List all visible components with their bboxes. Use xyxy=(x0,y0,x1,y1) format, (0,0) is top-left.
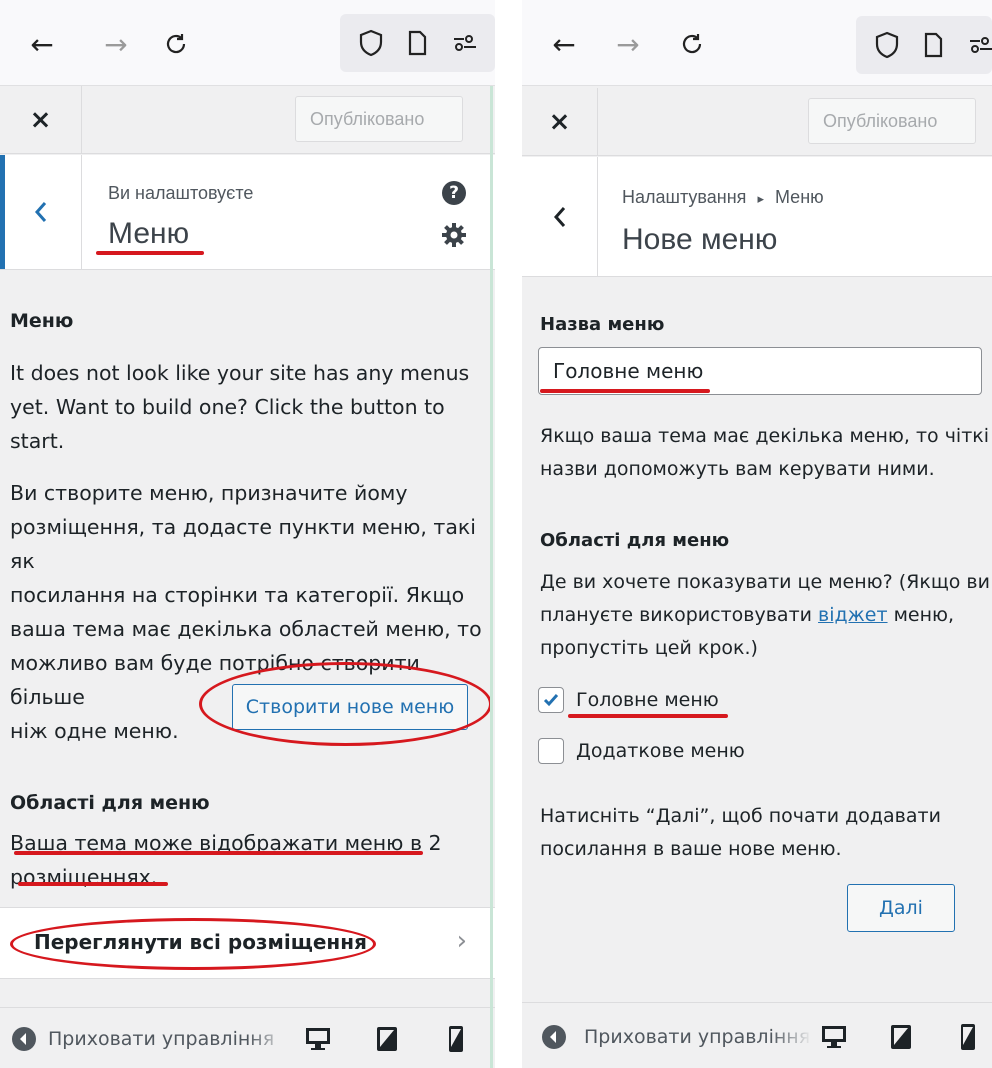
secondary-menu-checkbox[interactable] xyxy=(538,738,564,764)
section-heading: Налаштування ▸ Меню Нове меню xyxy=(522,157,992,277)
annotation-underline xyxy=(14,851,423,855)
chevron-right-icon: › xyxy=(456,926,467,956)
chevron-left-icon xyxy=(553,206,565,227)
section-heading: Ви налаштовуєте Меню ? xyxy=(0,155,495,270)
published-button[interactable]: Опубліковано xyxy=(808,98,976,144)
mobile-icon[interactable] xyxy=(952,1021,984,1053)
collapse-icon[interactable] xyxy=(542,1025,566,1049)
browser-toolbar: ← → xyxy=(522,0,992,86)
menu-locations-heading: Області для меню xyxy=(10,792,210,814)
annotation-oval xyxy=(10,918,376,970)
section-subtitle: Ви налаштовуєте xyxy=(108,183,254,203)
menu-name-help: Якщо ваша тема має декілька меню, то чіт… xyxy=(540,425,990,480)
tablet-icon[interactable] xyxy=(885,1021,917,1053)
next-button[interactable]: Далі xyxy=(847,884,955,932)
primary-menu-checkbox[interactable] xyxy=(538,687,564,713)
close-icon[interactable]: × xyxy=(522,88,598,155)
annotation-underline xyxy=(540,389,710,393)
collapse-icon[interactable] xyxy=(12,1027,36,1051)
desktop-icon[interactable] xyxy=(302,1023,334,1055)
tablet-icon[interactable] xyxy=(371,1023,403,1055)
widget-link[interactable]: віджет xyxy=(818,604,888,626)
back-button[interactable] xyxy=(0,155,82,269)
page: ← → × Опубліковано Ви налаштовуєте Меню … xyxy=(0,0,992,1068)
close-icon[interactable]: × xyxy=(0,86,82,153)
primary-menu-label: Головне меню xyxy=(576,689,719,711)
menu-locations-heading: Області для меню xyxy=(540,530,730,551)
section-title: Нове меню xyxy=(622,223,778,256)
reload-icon[interactable] xyxy=(156,24,196,64)
label-fade xyxy=(772,1003,812,1068)
help-icon[interactable]: ? xyxy=(442,181,466,205)
shield-icon[interactable] xyxy=(872,30,902,60)
browser-tools xyxy=(856,16,992,74)
desktop-icon[interactable] xyxy=(818,1021,850,1053)
breadcrumb-root: Налаштування xyxy=(622,187,747,207)
annotation-underline xyxy=(568,714,728,718)
next-help-text: Натисніть “Далі”, щоб почати додавати по… xyxy=(540,805,941,860)
forward-arrow-icon[interactable]: → xyxy=(96,24,136,64)
breadcrumb: Налаштування ▸ Меню xyxy=(622,187,824,208)
back-button[interactable] xyxy=(522,157,598,276)
reload-icon[interactable] xyxy=(672,24,712,64)
menu-name-input[interactable]: Головне меню xyxy=(538,347,982,395)
customizer-footer: Приховати управління xyxy=(0,1007,495,1068)
panel-edge xyxy=(490,86,493,1068)
menu-name-label: Назва меню xyxy=(540,314,665,335)
browser-tools xyxy=(340,14,495,72)
published-button[interactable]: Опубліковано xyxy=(295,96,463,142)
location-option-primary[interactable]: Головне меню xyxy=(538,685,719,715)
secondary-menu-label: Додаткове меню xyxy=(576,740,745,762)
mobile-icon[interactable] xyxy=(440,1023,472,1055)
section-title: Меню xyxy=(108,217,190,250)
shield-icon[interactable] xyxy=(356,28,386,58)
customizer-new-menu-panel: ← → × Опубліковано Налаштування ▸ Меню Н… xyxy=(522,0,992,1068)
sliders-icon[interactable] xyxy=(450,28,480,58)
menus-heading: Меню xyxy=(10,310,74,332)
customizer-header: × Опубліковано xyxy=(0,86,495,154)
gear-icon[interactable] xyxy=(441,222,467,248)
annotation-underline xyxy=(18,882,168,886)
label-fade xyxy=(248,1008,288,1068)
back-arrow-icon[interactable]: ← xyxy=(22,24,62,64)
chevron-left-icon xyxy=(34,202,46,222)
customizer-header: × Опубліковано xyxy=(522,88,992,156)
page-icon[interactable] xyxy=(918,30,948,60)
menu-locations-help: Де ви хочете показувати це меню? (Якщо в… xyxy=(540,571,990,659)
location-option-secondary[interactable]: Додаткове меню xyxy=(538,736,745,766)
customizer-footer: Приховати управління xyxy=(522,1002,992,1068)
customizer-menus-panel: ← → × Опубліковано Ви налаштовуєте Меню … xyxy=(0,0,495,1068)
checkmark-icon xyxy=(543,694,559,707)
sliders-icon[interactable] xyxy=(966,30,992,60)
annotation-underline xyxy=(96,251,204,255)
breadcrumb-separator: ▸ xyxy=(757,191,764,206)
back-arrow-icon[interactable]: ← xyxy=(544,24,584,64)
forward-arrow-icon[interactable]: → xyxy=(608,24,648,64)
browser-toolbar: ← → xyxy=(0,0,495,86)
no-menus-text: It does not look like your site has any … xyxy=(10,361,470,453)
annotation-oval xyxy=(199,662,492,746)
page-icon[interactable] xyxy=(402,28,432,58)
breadcrumb-current: Меню xyxy=(774,187,824,207)
